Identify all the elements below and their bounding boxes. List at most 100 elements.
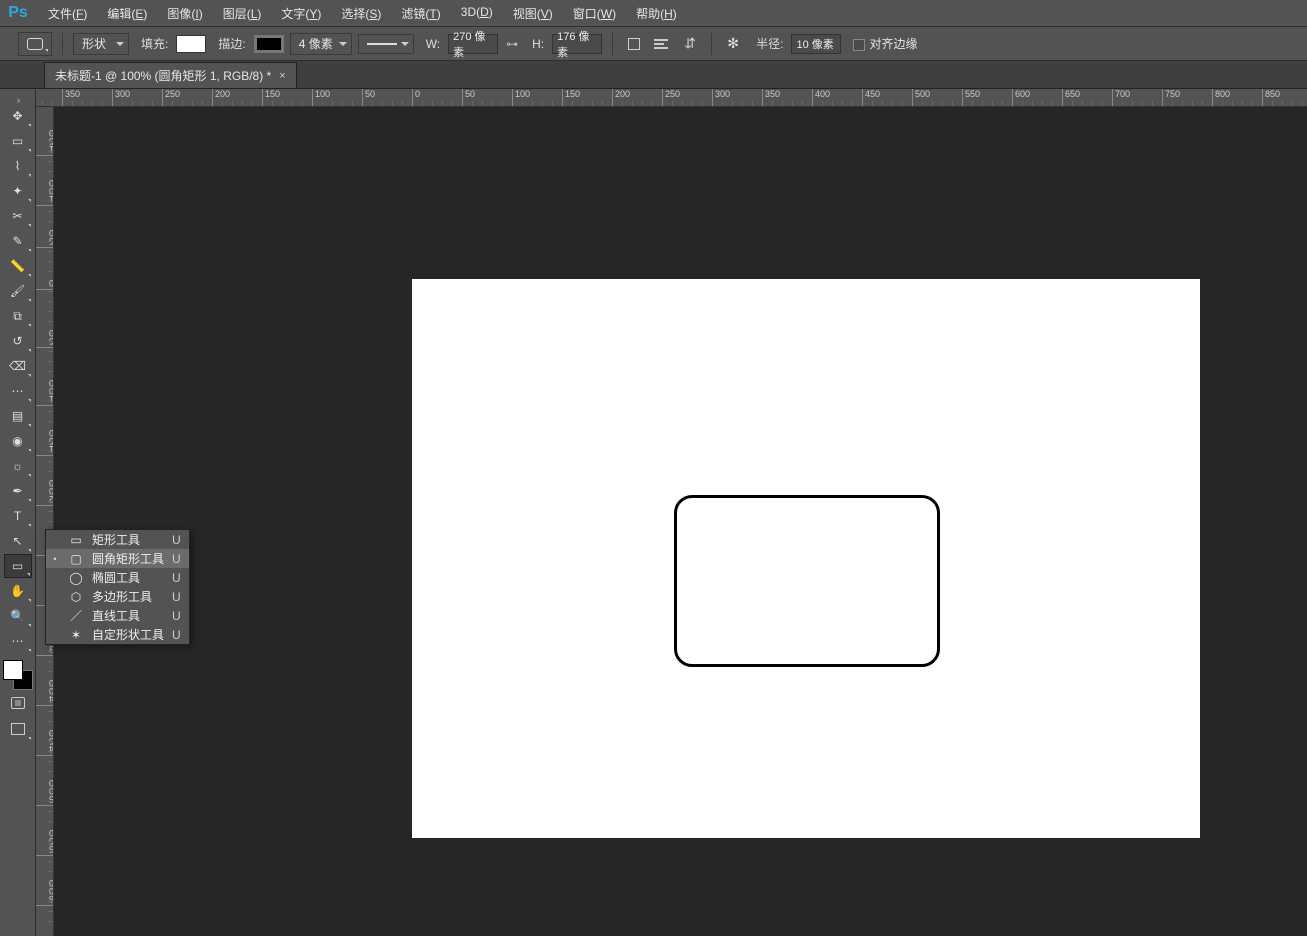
flyout-rect[interactable]: ▭矩形工具U (46, 530, 189, 549)
menu-t[interactable]: 滤镜(T) (391, 1, 450, 26)
tool-stamp[interactable]: ⧉ (4, 304, 32, 328)
move-icon: ✥ (12, 109, 22, 123)
ellipsis-icon: ⋯ (12, 634, 24, 648)
zoom-icon: 🔍 (10, 609, 25, 623)
history-icon: ↺ (12, 334, 22, 348)
tool-eyedrop[interactable]: ✎ (4, 229, 32, 253)
rrect-icon: ▢ (68, 551, 84, 567)
menu-i[interactable]: 图像(I) (157, 1, 212, 26)
w-label: W: (426, 37, 440, 51)
radius-field[interactable]: 10 像素 (791, 34, 841, 54)
tool-brush[interactable]: 🖌 (4, 279, 32, 303)
rounded-rect-shape[interactable] (674, 495, 940, 667)
align-icon[interactable] (651, 33, 673, 55)
path-icon: ↖ (12, 534, 22, 548)
eyedrop-icon: ✎ (12, 234, 22, 248)
tool-shape[interactable]: ▭ (4, 554, 32, 578)
tool-ellipsis[interactable]: ⋯ (4, 629, 32, 653)
more-icon: ⋯ (12, 384, 24, 398)
path-ops-icon[interactable] (623, 33, 645, 55)
gradient-icon: ▤ (12, 409, 23, 423)
ruler-vertical[interactable]: 1501005005010015020025030035040045050055… (36, 107, 54, 936)
tool-move[interactable]: ✥ (4, 104, 32, 128)
canvas-area[interactable] (54, 107, 1307, 936)
app-logo: Ps (4, 2, 32, 24)
lasso-icon: ⌇ (15, 159, 21, 173)
tool-path[interactable]: ↖ (4, 529, 32, 553)
menu-l[interactable]: 图层(L) (213, 1, 272, 26)
toolbox-collapse-icon[interactable] (0, 95, 35, 103)
document-tab-title: 未标题-1 @ 100% (圆角矩形 1, RGB/8) * (55, 67, 271, 84)
h-label: H: (532, 37, 544, 51)
flyout-polygon[interactable]: ⬡多边形工具U (46, 587, 189, 606)
shape-tool-flyout: ▭矩形工具U•▢圆角矩形工具U◯椭圆工具U⬡多边形工具U／直线工具U✶自定形状工… (45, 529, 190, 645)
tool-blur[interactable]: ◉ (4, 429, 32, 453)
dodge-icon: ☼ (12, 459, 23, 473)
current-tool-icon[interactable] (18, 32, 52, 56)
menu-y[interactable]: 文字(Y) (271, 1, 331, 26)
flyout-ellipse[interactable]: ◯椭圆工具U (46, 568, 189, 587)
tool-history[interactable]: ↺ (4, 329, 32, 353)
tool-hand[interactable]: ✋ (4, 579, 32, 603)
workspace: ✥ ▭ ⌇ ✦ ✂ ✎ 📏 🖌 ⧉ ↺ ⌫ ⋯ ▤ ◉ ☼ ✒ T ↖ ▭ ✋ 🔍 ⋯ 40035030025020015… (0, 89, 1307, 936)
menu-f[interactable]: 文件(F) (38, 1, 97, 26)
height-field[interactable]: 176 像素 (552, 34, 602, 54)
fill-label: 填充: (141, 35, 168, 52)
tool-lasso[interactable]: ⌇ (4, 154, 32, 178)
toolbox: ✥ ▭ ⌇ ✦ ✂ ✎ 📏 🖌 ⧉ ↺ ⌫ ⋯ ▤ ◉ ☼ ✒ T ↖ ▭ ✋ 🔍 ⋯ (0, 89, 36, 936)
stroke-style-dropdown[interactable] (358, 34, 414, 54)
tool-gradient[interactable]: ▤ (4, 404, 32, 428)
stroke-swatch[interactable] (254, 35, 284, 53)
menu-e[interactable]: 编辑(E) (97, 1, 157, 26)
flyout-line[interactable]: ／直线工具U (46, 606, 189, 625)
tool-marquee[interactable]: ▭ (4, 129, 32, 153)
crop-icon: ✂ (12, 209, 22, 223)
shape-mode-dropdown[interactable]: 形状 (73, 33, 129, 55)
marquee-icon: ▭ (12, 134, 23, 148)
shape-mode-value: 形状 (82, 35, 106, 52)
menu-s[interactable]: 选择(S) (331, 1, 391, 26)
tool-dodge[interactable]: ☼ (4, 454, 32, 478)
document-tabbar: 未标题-1 @ 100% (圆角矩形 1, RGB/8) * × (0, 61, 1307, 89)
gear-icon[interactable]: ✻ (722, 33, 744, 55)
stamp-icon: ⧉ (13, 309, 22, 324)
align-edges-checkbox[interactable]: 对齐边缘 (853, 35, 917, 52)
screenmode-icon[interactable] (4, 717, 32, 741)
options-bar: 形状 填充: 描边: 4 像素 W: 270 像素 ⊶ H: 176 像素 ⇵ … (0, 27, 1307, 61)
menu-d[interactable]: 3D(D) (451, 1, 503, 26)
tool-crop[interactable]: ✂ (4, 204, 32, 228)
hand-icon: ✋ (10, 584, 25, 598)
tool-eraser[interactable]: ⌫ (4, 354, 32, 378)
ruler-horizontal[interactable]: 4003503002502001501005005010015020025030… (36, 89, 1307, 107)
menu-v[interactable]: 视图(V) (503, 1, 563, 26)
width-field[interactable]: 270 像素 (448, 34, 498, 54)
line-icon: ／ (68, 608, 84, 624)
tool-pen[interactable]: ✒ (4, 479, 32, 503)
eraser-icon: ⌫ (9, 359, 26, 373)
ellipse-icon: ◯ (68, 570, 84, 586)
stroke-width-dropdown[interactable]: 4 像素 (290, 33, 352, 55)
pen-icon: ✒ (12, 484, 22, 498)
menu-h[interactable]: 帮助(H) (626, 1, 687, 26)
fg-bg-swatch[interactable] (3, 660, 33, 690)
polygon-icon: ⬡ (68, 589, 84, 605)
fg-color[interactable] (3, 660, 23, 680)
arrange-icon[interactable]: ⇵ (679, 33, 701, 55)
link-wh-icon[interactable]: ⊶ (504, 36, 520, 52)
brush-icon: 🖌 (10, 284, 25, 298)
tool-wand[interactable]: ✦ (4, 179, 32, 203)
flyout-rrect[interactable]: •▢圆角矩形工具U (46, 549, 189, 568)
menu-w[interactable]: 窗口(W) (563, 1, 626, 26)
fill-swatch[interactable] (176, 35, 206, 53)
quickmask-icon[interactable] (4, 691, 32, 715)
menubar: Ps 文件(F)编辑(E)图像(I)图层(L)文字(Y)选择(S)滤镜(T)3D… (0, 0, 1307, 27)
custom-icon: ✶ (68, 627, 84, 643)
tool-type[interactable]: T (4, 504, 32, 528)
tool-ruler[interactable]: 📏 (4, 254, 32, 278)
close-icon[interactable]: × (279, 70, 285, 82)
tool-more[interactable]: ⋯ (4, 379, 32, 403)
rect-icon: ▭ (68, 532, 84, 548)
document-tab[interactable]: 未标题-1 @ 100% (圆角矩形 1, RGB/8) * × (44, 62, 297, 88)
flyout-custom[interactable]: ✶自定形状工具U (46, 625, 189, 644)
tool-zoom[interactable]: 🔍 (4, 604, 32, 628)
